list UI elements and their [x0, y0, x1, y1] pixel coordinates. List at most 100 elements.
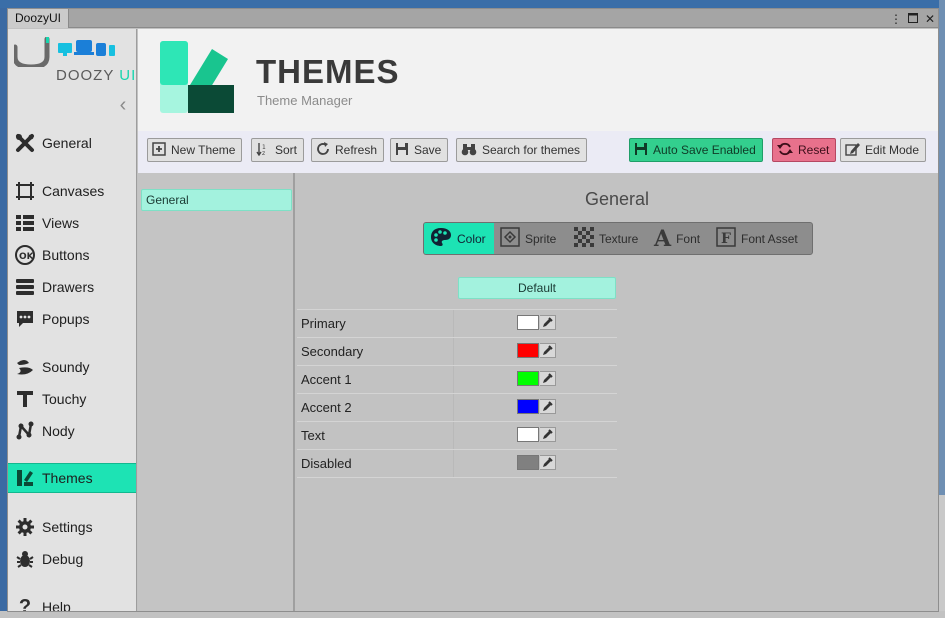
color-row-disabled: Disabled	[297, 449, 617, 477]
close-icon[interactable]: ✕	[924, 10, 936, 28]
new-file-icon	[152, 141, 166, 159]
row-label: Accent 2	[301, 400, 352, 415]
save-button[interactable]: Save	[390, 138, 449, 162]
color-swatch[interactable]	[517, 315, 539, 330]
svg-text:z: z	[262, 150, 265, 156]
color-swatch[interactable]	[517, 399, 539, 414]
collapse-sidebar-icon[interactable]: ‹	[116, 95, 130, 115]
eyedropper-icon[interactable]	[540, 427, 556, 442]
sidebar-item-canvases[interactable]: Canvases	[8, 176, 136, 206]
row-label: Secondary	[301, 344, 364, 359]
sidebar-item-touchy[interactable]: Touchy	[8, 384, 136, 414]
texture-icon	[574, 227, 594, 250]
themes-icon	[8, 468, 42, 488]
sidebar-item-label: Debug	[42, 551, 84, 567]
sidebar-item-drawers[interactable]: Drawers	[8, 272, 136, 302]
desktop-background-bottom	[0, 611, 945, 618]
sidebar-item-label: Views	[42, 215, 80, 231]
binoculars-icon	[461, 142, 477, 159]
sidebar-item-debug[interactable]: Debug	[8, 544, 136, 574]
eyedropper-icon[interactable]	[540, 399, 556, 414]
sidebar: DOOZY UI ‹ General Canvases Views OK But	[8, 29, 137, 612]
eyedropper-icon[interactable]	[540, 315, 556, 330]
sidebar-item-views[interactable]: Views	[8, 208, 136, 238]
doozy-logo: DOOZY UI	[14, 37, 137, 85]
gear-icon	[8, 517, 42, 537]
variant-type-tabs: Color Sprite Texture A Font F Font Asset	[423, 222, 813, 255]
sidebar-item-label: Touchy	[42, 391, 87, 407]
tab-color[interactable]: Color	[424, 223, 494, 254]
sidebar-item-buttons[interactable]: OK Buttons	[8, 240, 136, 270]
font-asset-icon: F	[716, 227, 736, 250]
eyedropper-icon[interactable]	[540, 371, 556, 386]
sort-icon: 1z	[256, 142, 270, 159]
sidebar-item-general[interactable]: General	[8, 128, 136, 158]
sidebar-item-themes[interactable]: Themes	[8, 463, 136, 493]
theme-editor: General Color Sprite Texture A Font F Fo…	[297, 173, 938, 611]
sidebar-item-settings[interactable]: Settings	[8, 512, 136, 542]
sidebar-item-label: Drawers	[42, 279, 95, 295]
variant-column-header-default[interactable]: Default	[458, 277, 616, 299]
svg-text:OK: OK	[19, 252, 35, 262]
tools-icon	[8, 133, 42, 153]
auto-save-toggle[interactable]: Auto Save Enabled	[629, 138, 763, 162]
sidebar-item-label: Themes	[42, 470, 93, 486]
more-options-icon[interactable]: ⋮	[890, 10, 902, 28]
row-label: Primary	[301, 316, 346, 331]
brand-text: DOOZY UI	[56, 67, 137, 84]
bug-icon	[8, 549, 42, 569]
section-title: General	[584, 189, 650, 209]
tab-texture[interactable]: Texture	[568, 223, 648, 254]
canvas-icon	[8, 181, 42, 201]
sprite-icon	[500, 227, 520, 250]
sidebar-item-label: Nody	[42, 423, 75, 439]
sidebar-item-popups[interactable]: Popups	[8, 304, 136, 334]
sort-button[interactable]: 1z Sort	[251, 138, 305, 162]
sidebar-item-label: Settings	[42, 519, 93, 535]
search-themes-button[interactable]: Search for themes	[456, 138, 588, 162]
color-swatch[interactable]	[517, 343, 539, 358]
palette-icon	[430, 227, 452, 250]
floppy-disk-icon	[395, 142, 409, 159]
tab-sprite[interactable]: Sprite	[494, 223, 568, 254]
nody-icon	[8, 421, 42, 441]
category-item-general[interactable]: General	[141, 189, 292, 211]
sidebar-item-nody[interactable]: Nody	[8, 416, 136, 446]
views-icon	[8, 213, 42, 233]
maximize-icon[interactable]	[907, 10, 919, 28]
edit-icon	[845, 142, 860, 159]
edit-mode-button[interactable]: Edit Mode	[840, 138, 927, 162]
refresh-icon	[316, 141, 330, 159]
eyedropper-icon[interactable]	[540, 455, 556, 470]
color-swatch[interactable]	[517, 371, 539, 386]
row-label: Accent 1	[301, 372, 352, 387]
window-controls: ⋮ ✕	[890, 9, 936, 28]
theme-category-list: General	[138, 173, 295, 611]
row-label: Text	[301, 428, 325, 443]
sidebar-item-help[interactable]: ? Help	[8, 592, 136, 612]
toolbar: New Theme 1z Sort Refresh Save Search fo…	[138, 131, 938, 173]
eyedropper-icon[interactable]	[540, 343, 556, 358]
reset-button[interactable]: Reset	[772, 138, 837, 162]
help-icon: ?	[18, 595, 32, 612]
drawers-icon	[8, 277, 42, 297]
page-title: THEMES	[256, 53, 400, 90]
row-label: Disabled	[301, 456, 352, 471]
doozyui-window: DoozyUI ⋮ ✕ DOOZY UI ‹ General Canvases …	[7, 8, 939, 612]
tab-font-asset[interactable]: F Font Asset	[710, 223, 810, 254]
refresh-button[interactable]: Refresh	[311, 138, 385, 162]
color-row-accent-2: Accent 2	[297, 393, 617, 421]
title-bar: DoozyUI ⋮ ✕	[8, 9, 938, 28]
color-row-secondary: Secondary	[297, 337, 617, 365]
tab-font[interactable]: A Font	[648, 223, 710, 254]
floppy-disk-icon	[634, 142, 648, 159]
sidebar-item-soundy[interactable]: Soundy	[8, 352, 136, 382]
window-title-tab[interactable]: DoozyUI	[8, 9, 70, 28]
page-subtitle: Theme Manager	[257, 93, 353, 108]
soundy-icon	[8, 357, 42, 377]
new-theme-button[interactable]: New Theme	[147, 138, 243, 162]
color-row-primary: Primary	[297, 309, 617, 337]
color-swatch[interactable]	[517, 455, 539, 470]
color-swatch[interactable]	[517, 427, 539, 442]
desktop-background-top	[0, 0, 945, 8]
